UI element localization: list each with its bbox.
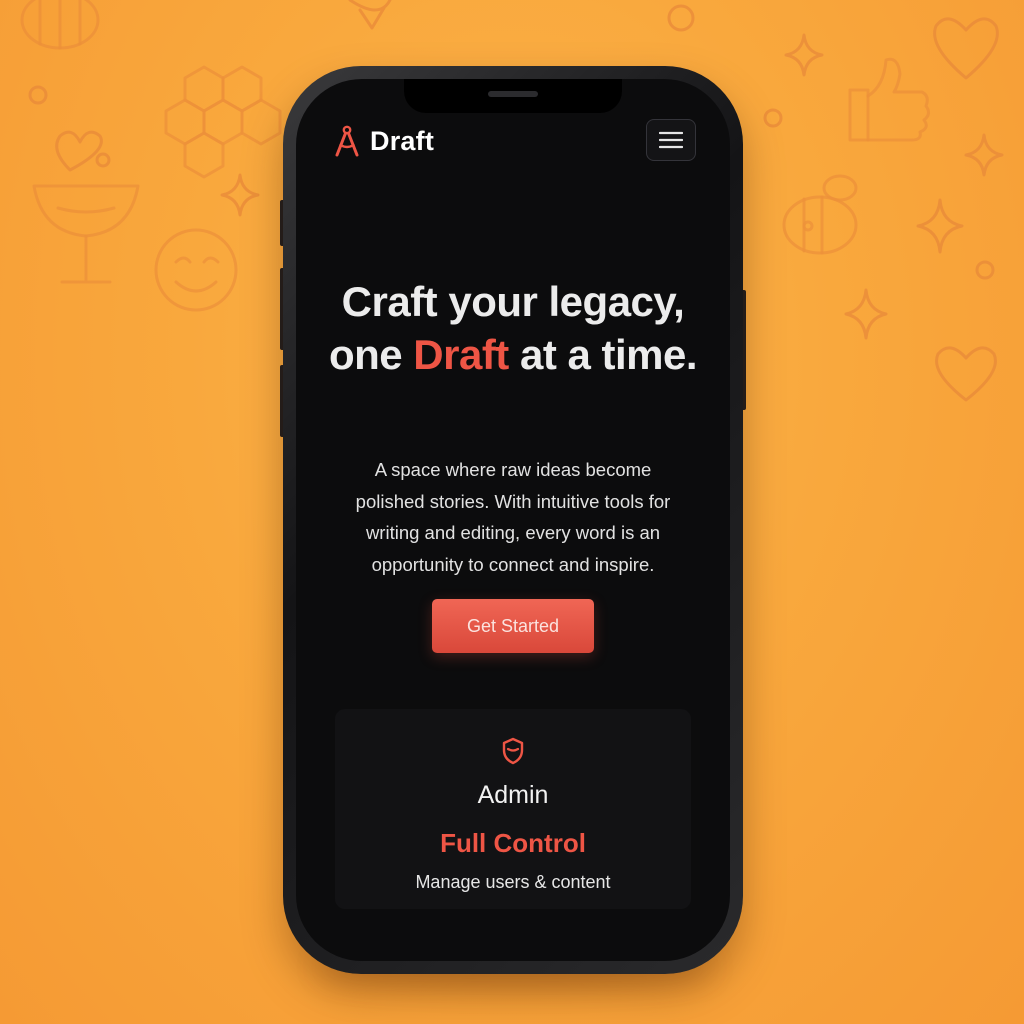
shield-icon [502,737,524,765]
get-started-button[interactable]: Get Started [432,599,594,653]
cocktail-glass-icon [32,184,140,284]
bubble-icon [28,85,48,105]
hero-headline: Craft your legacy, one Draft at a time. [316,275,710,381]
sparkle-icon [784,33,824,77]
sparkle-icon [916,198,964,254]
phone-screen: Draft Craft your legacy, one Draft at a … [296,79,730,961]
sparkle-icon [964,133,1004,177]
hamburger-menu-icon [659,131,683,149]
bubble-icon [763,108,783,128]
bubble-icon [667,4,695,32]
smiley-icon [154,228,238,312]
headline-accent: Draft [413,331,509,378]
sparkle-icon [220,173,260,217]
feature-card: Admin Full Control Manage users & conten… [335,709,691,909]
card-title: Full Control [440,828,586,858]
phone-frame: Draft Craft your legacy, one Draft at a … [283,66,743,974]
bubble-icon [975,260,995,280]
speech-bubble-icon [348,0,392,30]
compass-icon [335,125,359,157]
hero-description: A space where raw ideas become polished … [355,459,671,575]
thumbs-up-icon [848,57,931,142]
notch [404,79,622,113]
heart-icon [55,130,103,172]
bubble-icon [95,152,111,168]
brand[interactable]: Draft [332,123,434,159]
headline-text: at a time. [508,331,698,378]
sparkle-icon [844,288,888,340]
brand-name: Draft [370,125,435,156]
speaker-grille [488,91,538,97]
card-description: Manage users & content [415,872,611,892]
menu-button[interactable] [646,119,696,161]
honeycomb-icon [164,65,282,179]
card-role: Admin [477,781,549,809]
bee-icon [782,174,858,255]
heart-icon [935,346,997,402]
heart-icon [933,17,999,80]
bee-icon [20,0,100,50]
